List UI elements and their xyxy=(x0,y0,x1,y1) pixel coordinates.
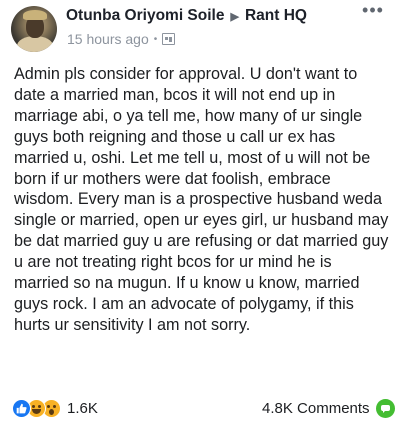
comments-count: 4.8K Comments xyxy=(262,399,370,417)
post-text: Admin pls consider for approval. U don't… xyxy=(14,65,389,334)
comments-link[interactable]: 4.8K Comments xyxy=(262,397,395,419)
group-icon xyxy=(162,33,176,45)
post-header: Otunba Oriyomi Soile ▶ Rant HQ 15 hours … xyxy=(0,0,400,56)
more-options-icon[interactable]: ••• xyxy=(358,1,388,22)
post-footer: 1.6K 4.8K Comments xyxy=(0,392,400,422)
like-reaction-icon xyxy=(12,398,31,418)
reaction-count: 1.6K xyxy=(67,399,98,417)
author-avatar[interactable] xyxy=(11,6,57,52)
author-name[interactable]: Otunba Oriyomi Soile xyxy=(66,7,224,25)
author-group-line: Otunba Oriyomi Soile ▶ Rant HQ xyxy=(66,6,307,26)
separator-dot: • xyxy=(153,33,158,45)
group-name[interactable]: Rant HQ xyxy=(245,7,307,25)
post-meta: 15 hours ago • xyxy=(67,30,176,48)
reactions-summary[interactable]: 1.6K xyxy=(12,397,98,419)
post-time[interactable]: 15 hours ago xyxy=(67,31,149,47)
comment-bubble-icon xyxy=(375,398,395,418)
arrow-right-icon: ▶ xyxy=(230,10,239,23)
